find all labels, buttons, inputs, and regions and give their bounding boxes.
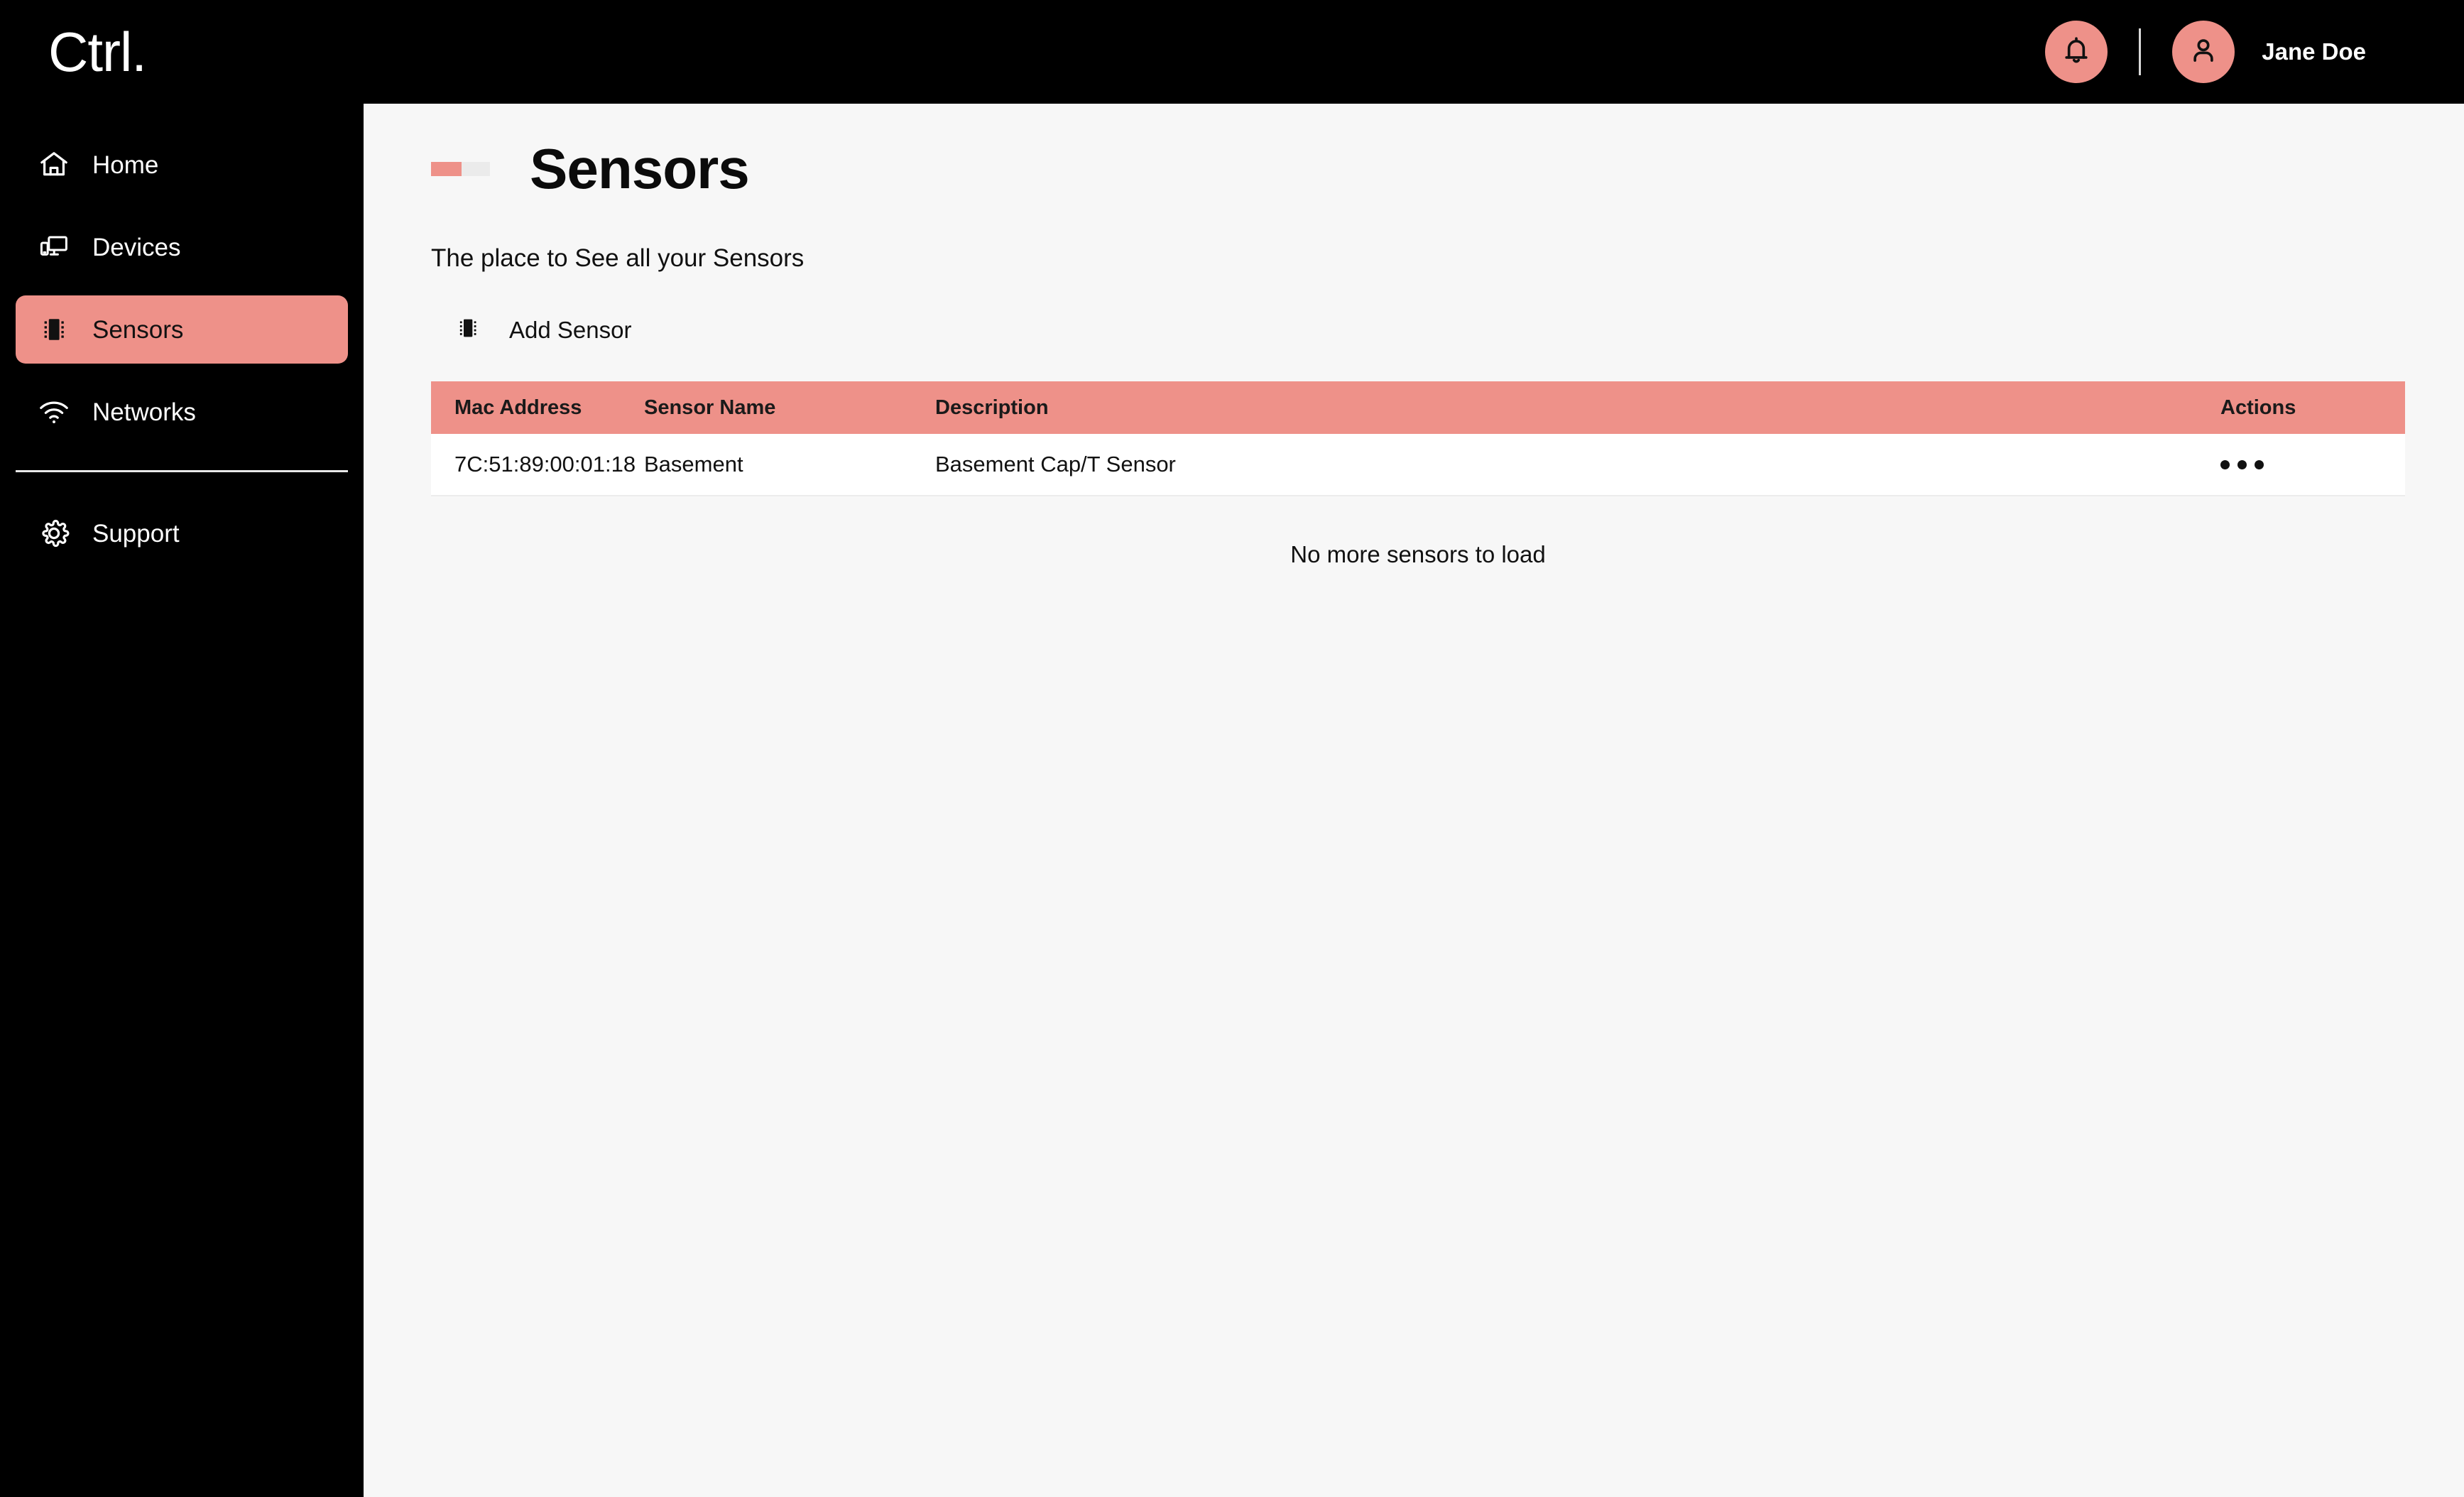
brand-logo[interactable]: Ctrl. (0, 24, 364, 80)
page-header: Sensors (431, 141, 2464, 197)
topbar-divider (2139, 28, 2142, 75)
sidebar-item-devices[interactable]: Devices (16, 213, 348, 281)
home-icon (37, 148, 78, 182)
sidebar: Home Devices Sensors Networks Support (0, 104, 364, 1497)
gear-icon (37, 516, 78, 550)
app-root: Ctrl. Jane Doe Home Devices Sensors Netw… (0, 0, 2464, 1497)
title-accent-bar (431, 162, 490, 176)
sidebar-item-label: Sensors (92, 315, 184, 344)
user-avatar[interactable] (2172, 21, 2235, 83)
bell-icon (2060, 34, 2093, 70)
no-more-sensors-note: No more sensors to load (1290, 541, 1546, 567)
column-header-mac-address: Mac Address (454, 396, 582, 419)
page-title: Sensors (530, 137, 750, 200)
top-bar: Ctrl. Jane Doe (0, 0, 2464, 104)
accent-segment-muted (462, 162, 490, 176)
sidebar-item-support[interactable]: Support (16, 499, 348, 567)
chip-icon (37, 312, 78, 347)
accent-segment-filled (431, 162, 462, 176)
column-header-description: Description (935, 396, 1049, 419)
sidebar-item-label: Support (92, 519, 180, 548)
table-row[interactable]: 7C:51:89:00:01:18 Basement Basement Cap/… (431, 434, 2405, 496)
devices-icon (37, 230, 78, 264)
column-header-sensor-name: Sensor Name (644, 396, 776, 419)
sidebar-item-home[interactable]: Home (16, 131, 348, 199)
sidebar-item-label: Home (92, 151, 159, 179)
ellipsis-dot (2237, 459, 2247, 469)
cell-description: Basement Cap/T Sensor (935, 452, 1176, 477)
cell-sensor-name: Basement (644, 452, 743, 477)
main-content: Sensors The place to See all your Sensor… (364, 104, 2464, 1497)
sidebar-item-sensors[interactable]: Sensors (16, 295, 348, 364)
sidebar-divider (16, 470, 348, 472)
add-sensor-label: Add Sensor (509, 316, 632, 343)
cell-mac-address: 7C:51:89:00:01:18 (454, 452, 636, 477)
add-sensor-button[interactable]: Add Sensor (431, 314, 631, 346)
column-header-actions: Actions (2220, 396, 2296, 419)
page-subtitle: The place to See all your Sensors (431, 244, 805, 272)
cell-actions (2220, 459, 2405, 469)
sidebar-item-networks[interactable]: Networks (16, 378, 348, 446)
ellipsis-dot (2255, 459, 2264, 469)
sensors-table: Mac Address Sensor Name Description Acti… (431, 381, 2405, 496)
wifi-icon (37, 395, 78, 429)
user-avatar-icon (2187, 34, 2220, 70)
ellipsis-dot (2220, 459, 2230, 469)
sidebar-item-label: Devices (92, 233, 181, 261)
notification-button[interactable] (2045, 21, 2108, 83)
ellipsis-icon[interactable] (2220, 459, 2264, 469)
chip-icon (454, 314, 482, 346)
sidebar-item-label: Networks (92, 398, 196, 426)
table-header-row: Mac Address Sensor Name Description Acti… (431, 381, 2405, 434)
user-name-label: Jane Doe (2262, 38, 2366, 65)
top-bar-right: Jane Doe (2045, 21, 2464, 83)
